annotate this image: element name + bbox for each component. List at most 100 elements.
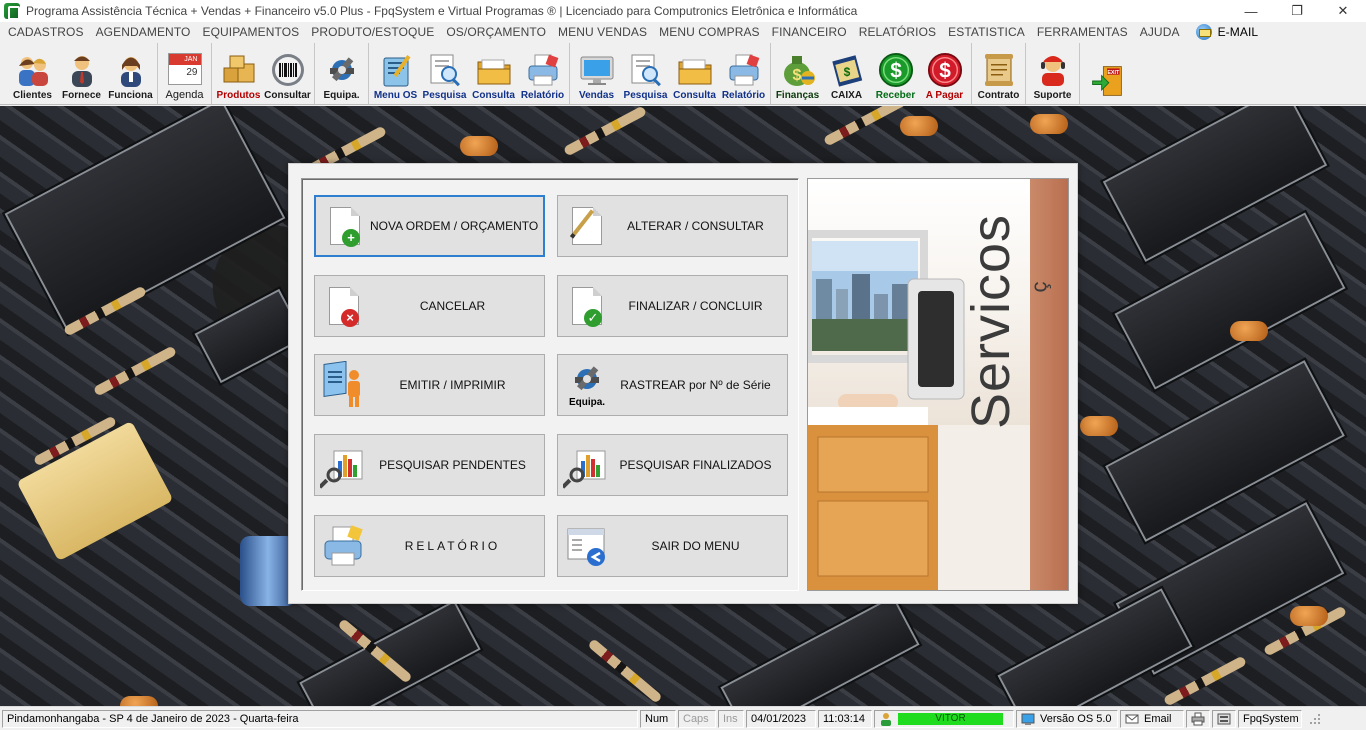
suporte-label: Suporte	[1033, 90, 1072, 101]
rastrear-button[interactable]: Equipa. RASTREAR por Nº de Série	[557, 354, 788, 416]
agenda-label: Agenda	[165, 89, 204, 101]
chip-decor	[1, 106, 289, 337]
cancel-document-icon: ×	[319, 281, 369, 331]
edit-document-icon	[562, 201, 612, 251]
cancelar-button[interactable]: × CANCELAR	[314, 275, 545, 337]
consulta-os-label: Consulta	[472, 90, 515, 101]
status-keyboard[interactable]	[1212, 709, 1236, 728]
menu-relatorios[interactable]: RELATÓRIOS	[853, 25, 942, 39]
menu-os-orcamento[interactable]: OS/ORÇAMENTO	[440, 25, 552, 39]
status-version-text: Versão OS 5.0	[1040, 712, 1112, 725]
toolbar-group-agenda: JAN 29 Agenda	[158, 43, 212, 104]
menu-equipamentos[interactable]: EQUIPAMENTOS	[196, 25, 305, 39]
sair-menu-label: SAIR DO MENU	[651, 539, 740, 553]
chip-decor	[717, 592, 923, 706]
funciona-button[interactable]: Funciona	[106, 43, 155, 104]
pesquisa-os-button[interactable]: Pesquisa	[420, 43, 469, 104]
menu-ferramentas[interactable]: FERRAMENTAS	[1031, 25, 1134, 39]
equipa-button[interactable]: Equipa.	[317, 43, 366, 104]
menu-cadastros[interactable]: CADASTROS	[2, 25, 90, 39]
dollar-green-icon: $	[878, 52, 914, 88]
status-version: Versão OS 5.0	[1016, 709, 1118, 728]
suporte-button[interactable]: Suporte	[1028, 43, 1077, 104]
resistor-decor	[92, 345, 178, 397]
produtos-label: Produtos	[216, 90, 261, 101]
maximize-button[interactable]: ❐	[1274, 0, 1320, 22]
consulta-vendas-label: Consulta	[673, 90, 716, 101]
menu-produto-estoque[interactable]: PRODUTO/ESTOQUE	[305, 25, 440, 39]
toolbar-group-vendas: Vendas Pesquisa Consulta Relatório	[570, 43, 771, 104]
status-user-name: VITOR	[898, 712, 1003, 725]
svg-text:$: $	[843, 65, 850, 79]
a-pagar-button[interactable]: $ A Pagar	[920, 43, 969, 104]
alterar-consultar-button[interactable]: ALTERAR / CONSULTAR	[557, 195, 788, 257]
search-doc-icon	[427, 52, 463, 88]
minimize-button[interactable]: —	[1228, 0, 1274, 22]
consultar-button[interactable]: Consultar	[263, 43, 312, 104]
capacitor-decor	[1230, 321, 1268, 341]
pesquisar-pendentes-label: PESQUISAR PENDENTES	[379, 458, 526, 472]
relatorio-button[interactable]: RELATÓRIO	[314, 515, 545, 577]
window-controls: — ❐ ✕	[1228, 0, 1366, 22]
finalizar-concluir-label: FINALIZAR / CONCLUIR	[628, 299, 763, 313]
receber-button[interactable]: $ Receber	[871, 43, 920, 104]
menu-os-button[interactable]: Menu OS	[371, 43, 420, 104]
pesquisar-finalizados-button[interactable]: PESQUISAR FINALIZADOS	[557, 434, 788, 496]
contrato-button[interactable]: Contrato	[974, 43, 1023, 104]
money-bag-icon: $	[780, 52, 816, 88]
dollar-red-icon: $	[927, 52, 963, 88]
servicos-accent: ç	[1026, 281, 1052, 293]
menu-agendamento[interactable]: AGENDAMENTO	[90, 25, 197, 39]
check-document-icon: ✓	[562, 281, 612, 331]
vendas-button[interactable]: Vendas	[572, 43, 621, 104]
boxes-icon	[221, 52, 257, 88]
finalizar-concluir-button[interactable]: ✓ FINALIZAR / CONCLUIR	[557, 275, 788, 337]
menu-vendas[interactable]: MENU VENDAS	[552, 25, 653, 39]
caixa-button[interactable]: $ CAIXA	[822, 43, 871, 104]
relatorio-vendas-button[interactable]: Relatório	[719, 43, 768, 104]
fornece-button[interactable]: Fornece	[57, 43, 106, 104]
consulta-os-button[interactable]: Consulta	[469, 43, 518, 104]
menu-email[interactable]: E-MAIL	[1190, 24, 1265, 40]
consulta-vendas-button[interactable]: Consulta	[670, 43, 719, 104]
cancelar-label: CANCELAR	[419, 299, 486, 313]
exit-button[interactable]: EXIT	[1082, 43, 1131, 104]
clientes-button[interactable]: Clientes	[8, 43, 57, 104]
exit-door-icon: EXIT	[1089, 63, 1125, 99]
printer-icon	[319, 521, 369, 571]
pesquisar-pendentes-button[interactable]: PESQUISAR PENDENTES	[314, 434, 545, 496]
clientes-label: Clientes	[13, 90, 52, 101]
pesquisa-os-label: Pesquisa	[422, 90, 467, 101]
resistor-decor	[822, 106, 908, 147]
capacitor-decor	[120, 696, 158, 706]
financas-button[interactable]: $ Finanças	[773, 43, 822, 104]
close-button[interactable]: ✕	[1320, 0, 1366, 22]
pesquisar-finalizados-label: PESQUISAR FINALIZADOS	[619, 458, 772, 472]
calculator-icon	[1217, 713, 1231, 724]
menu-ajuda[interactable]: AJUDA	[1134, 25, 1186, 39]
status-email[interactable]: Email	[1120, 709, 1184, 728]
agenda-button[interactable]: JAN 29 Agenda	[160, 43, 209, 104]
status-ins: Ins	[718, 709, 744, 728]
nova-ordem-button[interactable]: + NOVA ORDEM / ORÇAMENTO	[314, 195, 545, 257]
email-globe-icon	[1195, 24, 1212, 40]
printer-icon	[1191, 712, 1205, 725]
menu-estatistica[interactable]: ESTATISTICA	[942, 25, 1031, 39]
menu-compras[interactable]: MENU COMPRAS	[653, 25, 766, 39]
capacitor-decor	[460, 136, 498, 156]
capacitor-block-decor	[16, 420, 174, 562]
status-location-date: Pindamonhangaba - SP 4 de Janeiro de 202…	[2, 709, 638, 728]
side-accent-strip	[1030, 179, 1068, 590]
pesquisa-vendas-button[interactable]: Pesquisa	[621, 43, 670, 104]
produtos-button[interactable]: Produtos	[214, 43, 263, 104]
menu-financeiro[interactable]: FINANCEIRO	[766, 25, 853, 39]
relatorio-os-button[interactable]: Relatório	[518, 43, 567, 104]
status-printer[interactable]	[1186, 709, 1210, 728]
calendar-icon: JAN 29	[167, 51, 203, 87]
nova-ordem-label: NOVA ORDEM / ORÇAMENTO	[370, 219, 539, 233]
toolbar-group-contrato: Contrato	[972, 43, 1026, 104]
status-time: 11:03:14	[818, 709, 872, 728]
sair-menu-button[interactable]: SAIR DO MENU	[557, 515, 788, 577]
support-agent-icon	[1035, 52, 1071, 88]
emitir-imprimir-button[interactable]: EMITIR / IMPRIMIR	[314, 354, 545, 416]
